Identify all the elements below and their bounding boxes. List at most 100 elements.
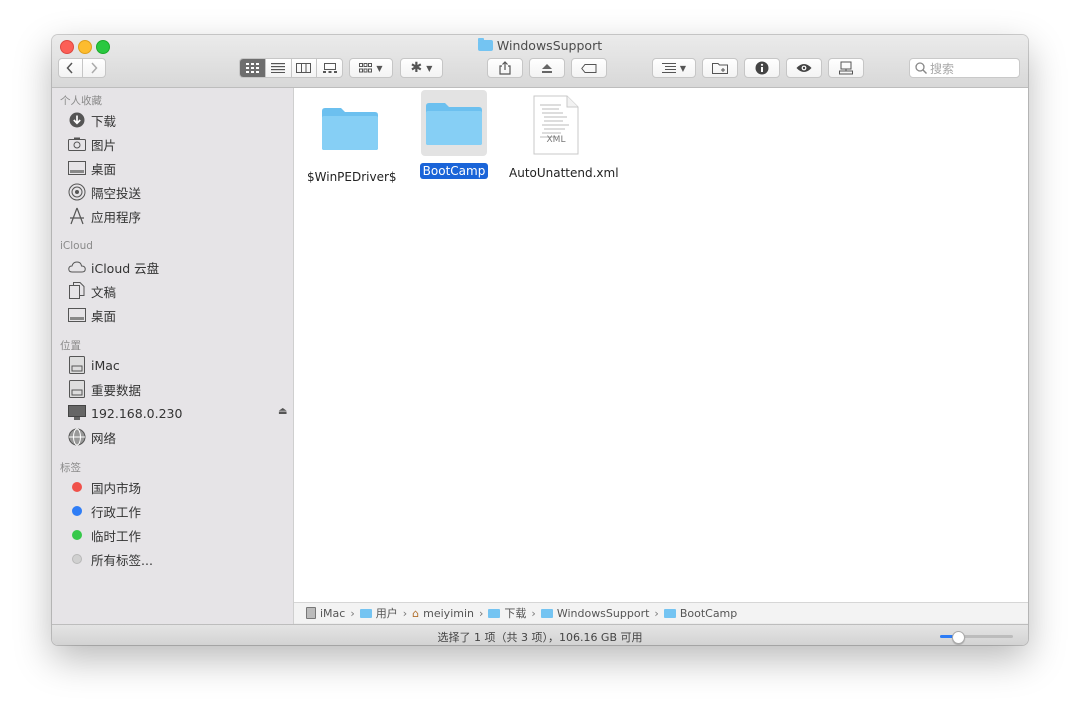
sidebar-item-label: 临时工作 <box>91 528 142 544</box>
sidebar-item-label: 所有标签... <box>91 552 153 568</box>
file-item[interactable]: XML AutoUnattend.xml <box>506 92 619 181</box>
path-item[interactable]: iMac <box>306 607 345 620</box>
tags-button[interactable] <box>571 58 607 78</box>
file-thumbnail <box>318 96 382 160</box>
file-type-badge: XML <box>546 135 566 145</box>
icon-grid-icon <box>245 63 259 73</box>
sidebar-item-tag-admin-work[interactable]: 行政工作 <box>68 500 141 522</box>
sidebar-item-network[interactable]: 网络 <box>68 426 116 448</box>
sidebar-item-pictures[interactable]: 图片 <box>68 133 116 155</box>
info-icon <box>755 61 769 75</box>
applications-icon <box>68 207 86 225</box>
sidebar-item-server[interactable]: 192.168.0.230 <box>68 402 182 424</box>
path-separator-icon: › <box>654 606 659 620</box>
new-folder-button[interactable] <box>702 58 738 78</box>
share-button[interactable] <box>487 58 523 78</box>
sidebar-item-icloud-desktop[interactable]: 桌面 <box>68 304 116 326</box>
file-item-selected[interactable]: BootCamp <box>408 90 500 179</box>
back-forward-group <box>58 58 106 78</box>
title-bar: WindowsSupport ▼ ✱ ▼ ▼ 搜索 <box>52 35 1028 88</box>
eject-icon[interactable]: ⏏ <box>278 406 287 417</box>
harddisk-icon <box>306 607 316 619</box>
path-item-label: BootCamp <box>679 606 738 620</box>
sidebar-item-label: iMac <box>91 357 120 373</box>
harddisk-icon <box>68 356 86 374</box>
folder-icon <box>322 108 378 150</box>
path-separator-icon: › <box>402 606 408 620</box>
icon-size-slider[interactable] <box>940 631 1013 644</box>
eject-button[interactable] <box>529 58 565 78</box>
harddisk-icon <box>68 380 86 398</box>
search-placeholder: 搜索 <box>930 61 955 76</box>
get-info-button[interactable] <box>744 58 780 78</box>
back-button[interactable] <box>59 59 83 77</box>
sidebar-item-label: 文稿 <box>91 284 117 300</box>
action-button[interactable]: ✱ ▼ <box>400 58 443 78</box>
folder-icon <box>477 38 493 51</box>
gallery-view-button[interactable] <box>317 59 342 77</box>
path-bar: iMac › 用户 › ⌂ meiyimin › 下载 › WindowsSup… <box>294 602 1028 623</box>
chevron-left-icon <box>66 62 73 74</box>
sidebar-item-label: 192.168.0.230 <box>91 405 183 421</box>
sidebar-item-label: 行政工作 <box>91 504 142 520</box>
folder-icon <box>359 608 372 618</box>
camera-icon <box>68 135 86 153</box>
display-icon <box>68 404 86 422</box>
column-view-button[interactable] <box>292 59 318 77</box>
file-name: $WinPEDriver$ <box>307 170 397 184</box>
tag-dot-green-icon <box>72 530 82 540</box>
file-item[interactable]: $WinPEDriver$ <box>304 96 397 185</box>
view-mode-group <box>239 58 343 78</box>
folder-icon <box>540 608 553 618</box>
folder-icon <box>426 103 482 145</box>
path-item[interactable]: WindowsSupport <box>540 607 649 620</box>
folder-icon <box>663 608 676 618</box>
sidebar-item-important-data[interactable]: 重要数据 <box>68 378 141 400</box>
group-icon <box>359 63 373 73</box>
sort-menu-button[interactable]: ▼ <box>652 58 696 78</box>
chevron-down-icon: ▼ <box>426 63 433 73</box>
path-item[interactable]: 下载 <box>488 605 526 621</box>
sidebar-item-tag-temp-work[interactable]: 临时工作 <box>68 524 141 546</box>
list-view-button[interactable] <box>266 59 292 77</box>
file-browser[interactable]: $WinPEDriver$ BootCamp XML AutoUnattend.… <box>294 88 1028 602</box>
eject-icon <box>542 63 552 73</box>
forward-button[interactable] <box>83 59 106 77</box>
sidebar-item-downloads[interactable]: 下载 <box>68 109 116 131</box>
sidebar-item-label: 桌面 <box>91 161 117 177</box>
tag-dot-gray-icon <box>72 554 82 564</box>
file-name: BootCamp <box>419 163 489 179</box>
sidebar-item-all-tags[interactable]: 所有标签... <box>68 548 153 570</box>
group-by-button[interactable]: ▼ <box>349 58 393 78</box>
path-item[interactable]: 用户 <box>359 605 398 621</box>
sidebar-section-locations: 位置 <box>60 340 81 352</box>
sidebar-item-label: 应用程序 <box>91 209 142 225</box>
sidebar-item-applications[interactable]: 应用程序 <box>68 205 141 227</box>
path-item[interactable]: ⌂ meiyimin <box>412 607 474 620</box>
sidebar: 个人收藏 下载 图片 桌面 隔空投送 应用程序 iCloud iCloud 云盘 <box>52 88 294 645</box>
sidebar-section-icloud: iCloud <box>60 240 93 252</box>
file-name: AutoUnattend.xml <box>509 166 619 180</box>
sidebar-section-favorites: 个人收藏 <box>60 95 102 107</box>
sidebar-item-icloud-drive[interactable]: iCloud 云盘 <box>68 256 159 278</box>
documents-icon <box>68 282 86 300</box>
search-icon <box>915 62 927 74</box>
desktop-icon <box>68 159 86 177</box>
sidebar-item-desktop[interactable]: 桌面 <box>68 157 116 179</box>
search-field[interactable]: 搜索 <box>909 58 1020 78</box>
tag-color-icon <box>68 550 86 568</box>
sidebar-item-documents[interactable]: 文稿 <box>68 280 116 302</box>
path-separator-icon: › <box>350 606 355 620</box>
list-options-icon <box>661 63 676 73</box>
home-icon: ⌂ <box>412 606 420 620</box>
window-title-text: WindowsSupport <box>496 38 603 53</box>
icon-view-button[interactable] <box>240 59 266 77</box>
path-item-label: 用户 <box>375 607 398 620</box>
gear-icon: ✱ <box>410 60 423 76</box>
sidebar-item-airdrop[interactable]: 隔空投送 <box>68 181 141 203</box>
path-item[interactable]: BootCamp <box>663 606 738 620</box>
sidebar-item-tag-domestic-market[interactable]: 国内市场 <box>68 476 141 498</box>
sidebar-item-imac[interactable]: iMac <box>68 354 120 376</box>
quick-look-button[interactable] <box>786 58 822 78</box>
connect-server-button[interactable] <box>828 58 864 78</box>
